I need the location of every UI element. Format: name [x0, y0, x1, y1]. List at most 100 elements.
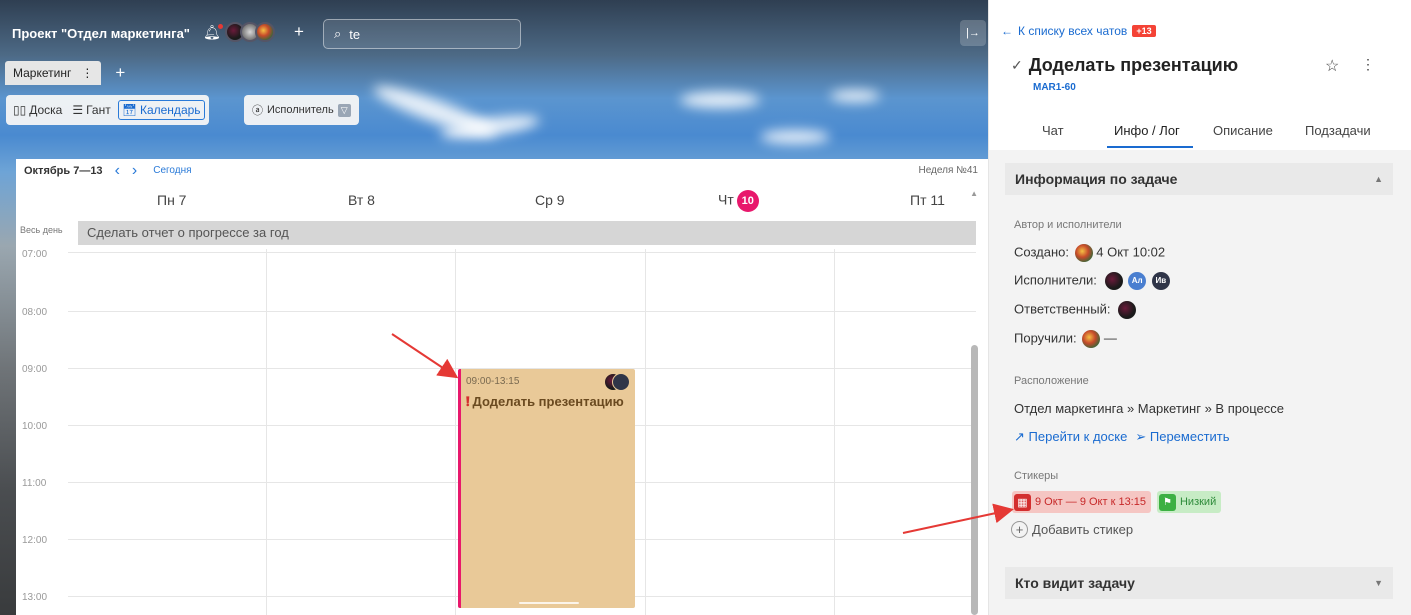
sticker-label: Низкий: [1179, 496, 1217, 508]
user-icon: ⓐ: [252, 105, 263, 117]
tab-menu-icon[interactable]: ⋮: [81, 66, 93, 80]
hour-label: 13:00: [22, 592, 48, 603]
tab-description[interactable]: Описание: [1213, 123, 1273, 138]
add-tab-button[interactable]: +: [115, 63, 125, 83]
avatar[interactable]: [1118, 301, 1137, 319]
day-header-today: Чт 10: [718, 190, 759, 212]
scroll-up-icon[interactable]: ▲: [970, 189, 978, 198]
task-title: ✓︎ Доделать презентацию: [1011, 55, 1238, 76]
tab-subtasks[interactable]: Подзадачи: [1305, 123, 1371, 138]
executors-row: Исполнители: Ал Ив: [1014, 272, 1170, 290]
back-label: К списку всех чатов: [1018, 24, 1128, 38]
notification-dot: [217, 24, 223, 29]
star-icon[interactable]: ☆: [1325, 56, 1339, 76]
task-code[interactable]: MAR1-60: [1033, 82, 1076, 93]
add-sticker-button[interactable]: + Добавить стикер: [1011, 521, 1133, 538]
member-avatars[interactable]: [225, 22, 275, 42]
view-board[interactable]: ▯▯ Доска: [10, 101, 65, 119]
created-row: Создано: 4 Окт 10:02: [1014, 244, 1165, 262]
tab-chat[interactable]: Чат: [1042, 123, 1064, 138]
flag-icon: ⚑: [1158, 493, 1176, 511]
cloud-decoration: [760, 130, 830, 144]
tab-marketing[interactable]: Маркетинг ⋮: [5, 61, 102, 85]
gantt-icon: ☰: [72, 103, 84, 117]
goto-board-link[interactable]: ↗ Перейти к доске: [1014, 429, 1127, 445]
hour-label: 08:00: [22, 307, 48, 318]
today-button[interactable]: Сегодня: [153, 165, 191, 176]
search-box[interactable]: ⌕: [323, 19, 521, 49]
prev-week-button[interactable]: ‹: [115, 162, 120, 179]
view-gantt[interactable]: ☰ Гант: [69, 101, 113, 119]
task-title-text[interactable]: Доделать презентацию: [1029, 55, 1238, 76]
view-label: Гант: [86, 103, 111, 117]
filter-label: Исполнитель: [267, 104, 334, 116]
collapse-panel-button[interactable]: |→: [960, 20, 986, 46]
event-title: ❗︎ Доделать презентацию: [466, 394, 624, 410]
priority-sticker[interactable]: ⚑ Низкий: [1156, 491, 1222, 513]
view-label: Календарь: [139, 103, 201, 117]
link-label: Переместить: [1149, 429, 1230, 444]
task-panel: ← К списку всех чатов +13 ✓︎ Доделать пр…: [988, 0, 1411, 615]
add-member-button[interactable]: +: [294, 22, 304, 42]
search-input[interactable]: [349, 26, 500, 42]
avatar: [255, 22, 275, 42]
sticker-label: 9 Окт — 9 Окт к 13:15: [1035, 496, 1146, 508]
add-sticker-label: Добавить стикер: [1032, 522, 1134, 537]
filter-executor[interactable]: ⓐ Исполнитель ▽: [244, 95, 359, 125]
hour-line: [68, 311, 976, 312]
task-tabs: Чат Инфо / Лог Описание Подзадачи: [989, 114, 1411, 150]
day-header: Пт 11: [910, 192, 945, 208]
move-icon: ➢: [1135, 429, 1147, 444]
plus-circle-icon: +: [1011, 521, 1028, 538]
chevron-down-icon: ▼: [1374, 578, 1383, 588]
authors-label: Автор и исполнители: [1014, 219, 1122, 231]
responsible-row: Ответственный:: [1014, 301, 1137, 319]
avatar[interactable]: [1104, 272, 1123, 290]
week-number: Неделя №41: [918, 165, 978, 176]
move-link[interactable]: ➢ Переместить: [1135, 429, 1229, 445]
location-actions: ↗ Перейти к доске ➢ Переместить: [1014, 429, 1230, 445]
calendar-event[interactable]: 09:00-13:15 ❗︎ Доделать презентацию: [458, 369, 635, 608]
resize-handle[interactable]: [519, 602, 579, 604]
priority-alert-icon: ❗︎: [466, 394, 470, 409]
hour-line: [68, 252, 976, 253]
cloud-decoration: [830, 90, 880, 102]
back-to-chats-link[interactable]: ← К списку всех чатов +13: [1001, 24, 1156, 38]
cloud-decoration: [680, 92, 760, 108]
hour-label: 09:00: [22, 364, 48, 375]
next-week-button[interactable]: ›: [132, 162, 137, 179]
project-title[interactable]: Проект "Отдел маркетинга": [12, 26, 190, 41]
date-range: Октябрь 7—13: [24, 164, 103, 177]
calendar-icon: ▦: [1014, 493, 1031, 511]
complete-check-icon[interactable]: ✓︎: [1011, 57, 1023, 74]
tab-label: Маркетинг: [13, 66, 72, 80]
funnel-icon[interactable]: ▽: [337, 103, 351, 117]
visibility-section-header[interactable]: Кто видит задачу ▼: [1005, 567, 1393, 599]
info-section-header[interactable]: Информация по задаче ▲: [1005, 163, 1393, 195]
day-header-row: Пн 7 Вт 8 Ср 9 Чт 10 Пт 11: [16, 182, 976, 218]
created-label: Создано:: [1014, 244, 1069, 260]
responsible-label: Ответственный:: [1014, 301, 1111, 317]
avatar[interactable]: [1082, 330, 1101, 348]
bell-icon[interactable]: 🔔︎: [203, 24, 223, 41]
all-day-event[interactable]: Сделать отчет о прогрессе за год: [78, 221, 976, 245]
board-tabs: Маркетинг ⋮ +: [5, 61, 125, 85]
section-title: Кто видит задачу: [1015, 575, 1135, 591]
avatar[interactable]: Ив: [1151, 272, 1170, 290]
more-menu-icon[interactable]: ⋮: [1361, 56, 1375, 73]
day-header: Вт 8: [348, 192, 375, 208]
created-value: 4 Окт 10:02: [1096, 244, 1166, 260]
date-sticker[interactable]: ▦ 9 Окт — 9 Окт к 13:15: [1012, 491, 1151, 513]
day-divider: [266, 249, 267, 615]
sticker-list: ▦ 9 Окт — 9 Окт к 13:15 ⚑ Низкий: [1012, 491, 1222, 513]
tab-info-log[interactable]: Инфо / Лог: [1114, 123, 1180, 138]
search-icon: ⌕: [334, 26, 342, 41]
project-workspace: Проект "Отдел маркетинга" 🔔︎ + ⌕ |→ Марк…: [0, 0, 988, 615]
unread-badge: +13: [1132, 25, 1156, 37]
avatar[interactable]: [1074, 244, 1093, 262]
chevron-up-icon: ▲: [1374, 174, 1383, 184]
calendar-scrollbar[interactable]: [971, 345, 978, 615]
day-label: Чт: [718, 191, 734, 208]
avatar[interactable]: Ал: [1128, 272, 1147, 290]
view-calendar[interactable]: 📅︎ Календарь: [117, 100, 205, 120]
